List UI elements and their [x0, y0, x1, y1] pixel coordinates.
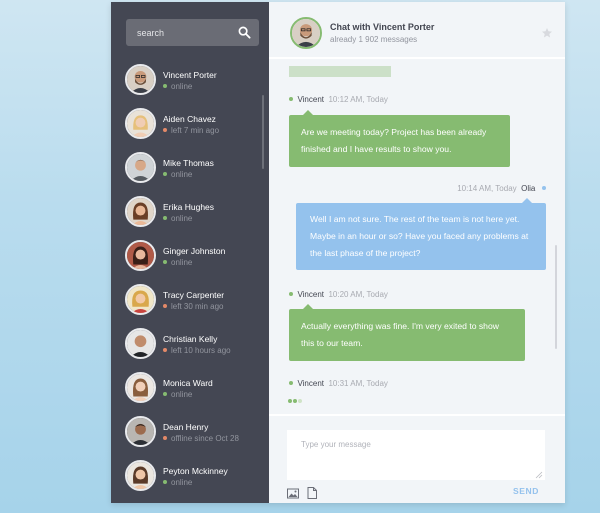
message-input[interactable]	[287, 430, 545, 480]
person-item[interactable]: Christian Kelly left 10 hours ago	[111, 324, 269, 368]
person-name: Ginger Johnston	[163, 246, 226, 256]
offline-status-dot	[163, 303, 167, 308]
file-icon[interactable]	[307, 487, 318, 499]
search-icon[interactable]	[238, 26, 251, 39]
message-bubble: Well I am not sure. The rest of the team…	[296, 198, 546, 270]
message-time: 10:14 AM, Today	[457, 184, 517, 193]
sidebar: Vincent Porter online Aiden Chavez left …	[111, 2, 269, 503]
person-name: Monica Ward	[163, 378, 213, 388]
avatar	[125, 64, 156, 95]
avatar	[125, 372, 156, 403]
star-icon[interactable]	[541, 27, 553, 39]
message-text: Are we meeting today? Project has been a…	[301, 127, 487, 154]
message-count: already 1 902 messages	[330, 35, 418, 44]
online-status-dot	[163, 171, 167, 176]
avatar	[125, 196, 156, 227]
person-status: online	[163, 170, 192, 179]
person-name: Tracy Carpenter	[163, 290, 225, 300]
bubble-tail	[303, 304, 313, 309]
chat-header: Chat with Vincent Porter already 1 902 m…	[269, 2, 565, 59]
chat-history: Vincent 10:12 AM, Today Are we meeting t…	[269, 59, 565, 413]
person-name: Erika Hughes	[163, 202, 215, 212]
chat-scrollbar[interactable]	[555, 245, 557, 349]
search-input[interactable]	[126, 19, 234, 46]
person-name: Christian Kelly	[163, 334, 218, 344]
offline-status-dot	[163, 347, 167, 352]
person-item[interactable]: Monica Ward online	[111, 368, 269, 412]
online-status-dot	[163, 479, 167, 484]
person-status: online	[163, 390, 192, 399]
avatar	[125, 416, 156, 447]
person-status: left 30 min ago	[163, 302, 223, 311]
person-item[interactable]: Dean Henry offline since Oct 28	[111, 412, 269, 456]
message-time: 10:20 AM, Today	[328, 290, 388, 299]
person-status: left 10 hours ago	[163, 346, 231, 355]
person-item[interactable]: Peyton Mckinney online	[111, 456, 269, 500]
chat-panel: Chat with Vincent Porter already 1 902 m…	[269, 2, 565, 503]
person-item[interactable]: Erika Hughes online	[111, 192, 269, 236]
person-status: online	[163, 258, 192, 267]
sidebar-scrollbar[interactable]	[262, 95, 264, 169]
person-status: left 7 min ago	[163, 126, 219, 135]
bubble-tail	[303, 110, 313, 115]
chat-app: Vincent Porter online Aiden Chavez left …	[111, 2, 565, 503]
online-status-dot	[163, 259, 167, 264]
message-time: 10:12 AM, Today	[328, 95, 388, 104]
resize-grip-icon[interactable]	[535, 471, 543, 479]
people-list: Vincent Porter online Aiden Chavez left …	[111, 60, 269, 500]
message-meta: Vincent 10:20 AM, Today	[289, 290, 388, 299]
person-status: offline since Oct 28	[163, 434, 239, 443]
image-icon[interactable]	[287, 488, 299, 499]
person-status: online	[163, 214, 192, 223]
online-status-dot	[289, 291, 293, 296]
search-box	[126, 19, 259, 46]
message-composer: SEND	[269, 414, 565, 503]
message-text: Actually everything was fine. I'm very e…	[301, 321, 499, 348]
message-sender: Vincent	[297, 95, 324, 104]
previous-message-bubble	[289, 66, 391, 77]
avatar	[125, 284, 156, 315]
online-status-dot	[163, 391, 167, 396]
offline-status-dot	[163, 127, 167, 132]
send-button[interactable]: SEND	[513, 486, 539, 496]
message-bubble: Actually everything was fine. I'm very e…	[289, 304, 525, 361]
message-meta: Vincent 10:12 AM, Today	[289, 95, 388, 104]
chat-title: Chat with Vincent Porter	[330, 22, 435, 32]
avatar	[125, 328, 156, 359]
person-status: online	[163, 478, 192, 487]
message-time: 10:31 AM, Today	[328, 379, 388, 388]
person-name: Aiden Chavez	[163, 114, 216, 124]
person-item[interactable]: Tracy Carpenter left 30 min ago	[111, 280, 269, 324]
avatar	[290, 17, 322, 49]
me-status-dot	[542, 185, 546, 190]
online-status-dot	[163, 83, 167, 88]
person-item[interactable]: Mike Thomas online	[111, 148, 269, 192]
message-text: Well I am not sure. The rest of the team…	[310, 214, 529, 258]
person-item[interactable]: Vincent Porter online	[111, 60, 269, 104]
person-item[interactable]: Aiden Chavez left 7 min ago	[111, 104, 269, 148]
offline-status-dot	[163, 435, 167, 440]
message-bubble: Are we meeting today? Project has been a…	[289, 110, 510, 167]
avatar	[125, 240, 156, 271]
person-name: Mike Thomas	[163, 158, 214, 168]
online-status-dot	[289, 96, 293, 101]
person-status: online	[163, 82, 192, 91]
message-meta: 10:14 AM, Today Olia	[457, 184, 546, 193]
message-meta: Vincent 10:31 AM, Today	[289, 379, 388, 388]
typing-indicator	[288, 390, 303, 408]
person-name: Vincent Porter	[163, 70, 217, 80]
avatar	[125, 108, 156, 139]
person-item[interactable]: Ginger Johnston online	[111, 236, 269, 280]
avatar	[125, 152, 156, 183]
message-sender: Vincent	[297, 379, 324, 388]
online-status-dot	[289, 380, 293, 385]
person-name: Dean Henry	[163, 422, 209, 432]
message-sender: Vincent	[297, 290, 324, 299]
bubble-tail	[522, 198, 532, 203]
message-sender: Olia	[521, 184, 536, 193]
avatar	[125, 460, 156, 491]
online-status-dot	[163, 215, 167, 220]
person-name: Peyton Mckinney	[163, 466, 228, 476]
